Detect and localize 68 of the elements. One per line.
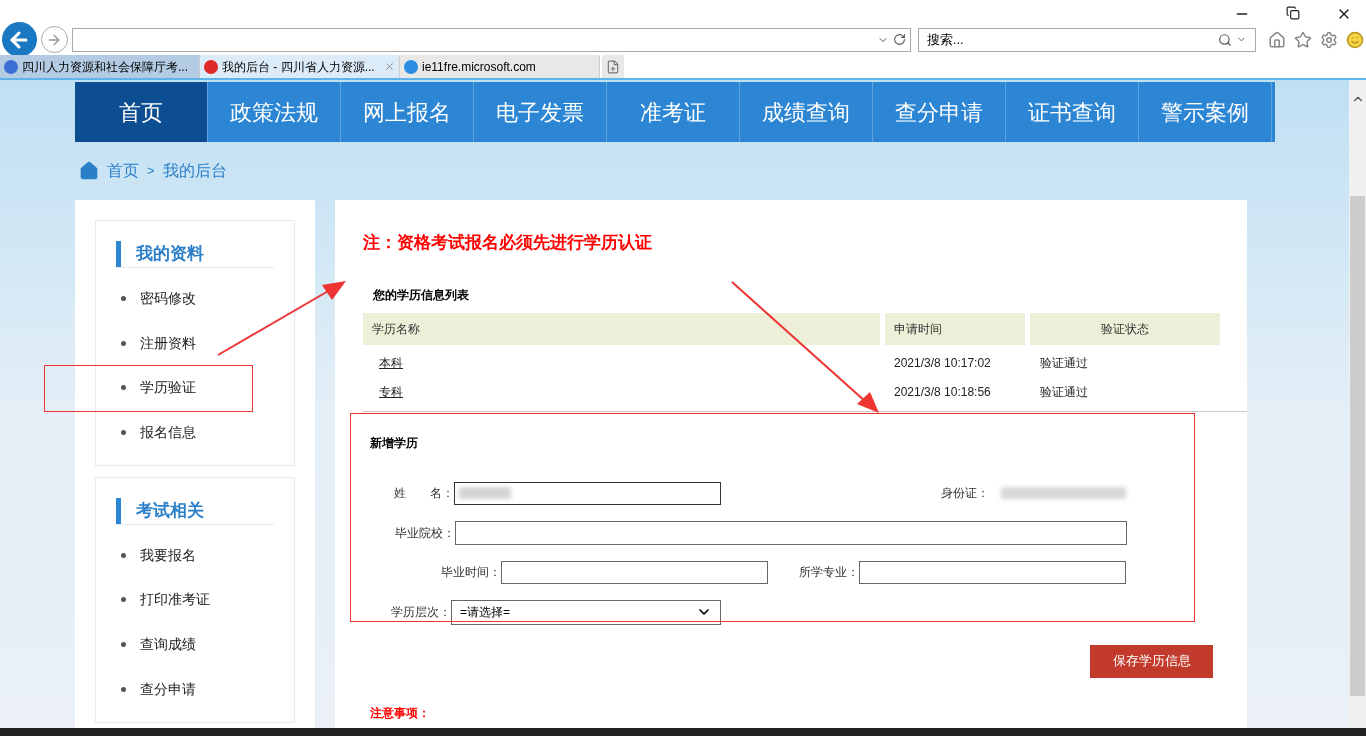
sidebar-item[interactable]: 密码修改	[96, 276, 294, 321]
field-label: 毕业时间：	[441, 564, 501, 581]
accent-bar	[116, 241, 121, 267]
table-cell-text: 验证通过	[1039, 355, 1088, 372]
new-tab-button[interactable]	[602, 55, 624, 78]
column-header: 学历名称	[363, 312, 880, 345]
favicon-icon	[204, 59, 218, 74]
nav-tab[interactable]: 警示案例	[1139, 82, 1272, 142]
settings-icon[interactable]	[1320, 30, 1338, 49]
field-label: 毕业院校：	[395, 524, 455, 542]
field-label: 学历层次：	[391, 604, 451, 621]
column-header: 申请时间	[885, 312, 1025, 345]
list-title: 您的学历信息列表	[373, 286, 470, 304]
column-header: 验证状态	[1030, 312, 1220, 345]
sidebar-item[interactable]: 查询成绩	[96, 622, 294, 667]
save-button[interactable]: 保存学历信息	[1090, 644, 1213, 678]
nav-tab[interactable]: 准考证	[607, 82, 740, 142]
blurred-value	[459, 487, 511, 499]
form-title: 新增学历	[370, 434, 419, 452]
field-label: 身份证：	[941, 485, 989, 502]
table-cell-text: 2021/3/8 10:17:02	[893, 355, 992, 372]
nav-tab[interactable]: 成绩查询	[740, 82, 873, 142]
browser-tab[interactable]: 我的后台 - 四川省人力资源...	[200, 55, 400, 78]
nav-tab[interactable]: 网上报名	[341, 82, 474, 142]
name-input-field[interactable]	[454, 481, 721, 505]
sidebar-item[interactable]: 我要报名	[96, 532, 294, 578]
close-tab-icon[interactable]	[384, 61, 395, 72]
sidebar-item[interactable]: 打印准考证	[96, 577, 294, 623]
table-cell-text: 2021/3/8 10:18:56	[893, 384, 992, 401]
sidebar-item[interactable]: 查分申请	[96, 666, 294, 712]
degree-link[interactable]: 专科	[379, 385, 403, 399]
smiley-icon[interactable]	[1346, 30, 1364, 49]
favicon-icon	[4, 59, 18, 74]
nav-tab[interactable]: 证书查询	[1006, 82, 1139, 142]
breadcrumb-separator: >	[147, 162, 155, 181]
input-field[interactable]	[501, 560, 768, 584]
table-cell-text: 验证通过	[1039, 384, 1088, 401]
input-field[interactable]	[455, 520, 1127, 545]
section-title: 我的资料	[136, 243, 204, 265]
nav-tab[interactable]: 政策法规	[208, 82, 341, 142]
nav-tab[interactable]: 查分申请	[873, 82, 1006, 142]
sidebar-item[interactable]: 学历验证	[96, 365, 294, 411]
browser-tab[interactable]: 四川人力资源和社会保障厅考...	[0, 55, 200, 78]
browser-tab[interactable]: ie11fre.microsoft.com	[400, 55, 600, 78]
field-label: 所学专业：	[799, 564, 859, 581]
notes-heading: 注意事项：	[370, 704, 431, 722]
nav-tab[interactable]: 电子发票	[474, 82, 607, 142]
notice-text: 注：资格考试报名必须先进行学历认证	[363, 232, 653, 254]
sidebar-item[interactable]: 报名信息	[96, 410, 294, 455]
field-label: 姓 名：	[394, 485, 454, 502]
nav-tab[interactable]: 首页	[75, 82, 208, 142]
degree-link[interactable]: 本科	[379, 356, 403, 370]
input-field[interactable]	[859, 560, 1126, 584]
home-icon[interactable]	[1268, 30, 1286, 49]
search-icon[interactable]	[1218, 32, 1232, 47]
back-button[interactable]	[2, 22, 37, 57]
refresh-icon[interactable]	[892, 33, 906, 46]
search-field[interactable]: 搜索...	[917, 27, 1256, 52]
restore-icon[interactable]	[1286, 6, 1300, 20]
section-title: 考试相关	[136, 499, 204, 522]
favorites-star-icon[interactable]	[1294, 30, 1312, 49]
favicon-icon	[404, 59, 418, 74]
home-icon	[79, 161, 99, 181]
sidebar-item[interactable]: 注册资料	[96, 320, 294, 366]
scrollbar[interactable]	[1349, 80, 1366, 728]
level-select[interactable]: =请选择=	[451, 599, 721, 625]
new-tab-icon	[606, 59, 620, 74]
accent-bar	[116, 497, 121, 524]
